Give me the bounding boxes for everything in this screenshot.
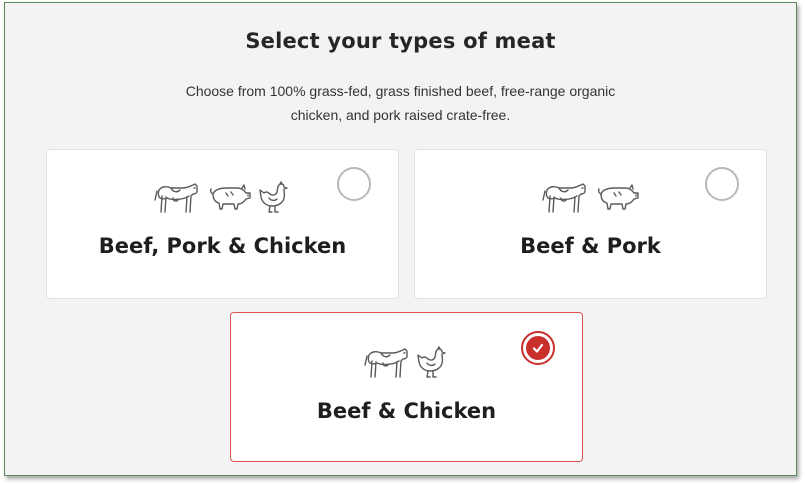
cow-icon — [541, 180, 589, 216]
option-label: Beef & Pork — [520, 234, 661, 258]
option-card-beef-chicken[interactable]: Beef & Chicken — [230, 312, 583, 462]
cow-icon — [153, 180, 201, 216]
chicken-icon — [257, 180, 293, 216]
page-subtitle: Choose from 100% grass-fed, grass finish… — [5, 79, 796, 127]
cow-icon — [363, 345, 411, 381]
subtitle-line-1: Choose from 100% grass-fed, grass finish… — [185, 83, 616, 99]
meat-selection-panel: Select your types of meat Choose from 10… — [4, 2, 797, 476]
radio-unchecked[interactable] — [705, 167, 739, 201]
pig-icon — [593, 180, 641, 216]
option-label: Beef, Pork & Chicken — [98, 234, 347, 258]
option-card-beef-pork[interactable]: Beef & Pork — [414, 149, 767, 299]
option-label: Beef & Chicken — [316, 399, 497, 423]
radio-checked[interactable] — [521, 331, 555, 365]
subtitle-line-2: chicken, and pork raised crate-free. — [290, 107, 511, 123]
chicken-icon — [415, 345, 451, 381]
page-title: Select your types of meat — [245, 29, 556, 53]
pig-icon — [205, 180, 253, 216]
radio-unchecked[interactable] — [337, 167, 371, 201]
option-card-beef-pork-chicken[interactable]: Beef, Pork & Chicken — [46, 149, 399, 299]
checkmark-icon — [526, 336, 550, 360]
